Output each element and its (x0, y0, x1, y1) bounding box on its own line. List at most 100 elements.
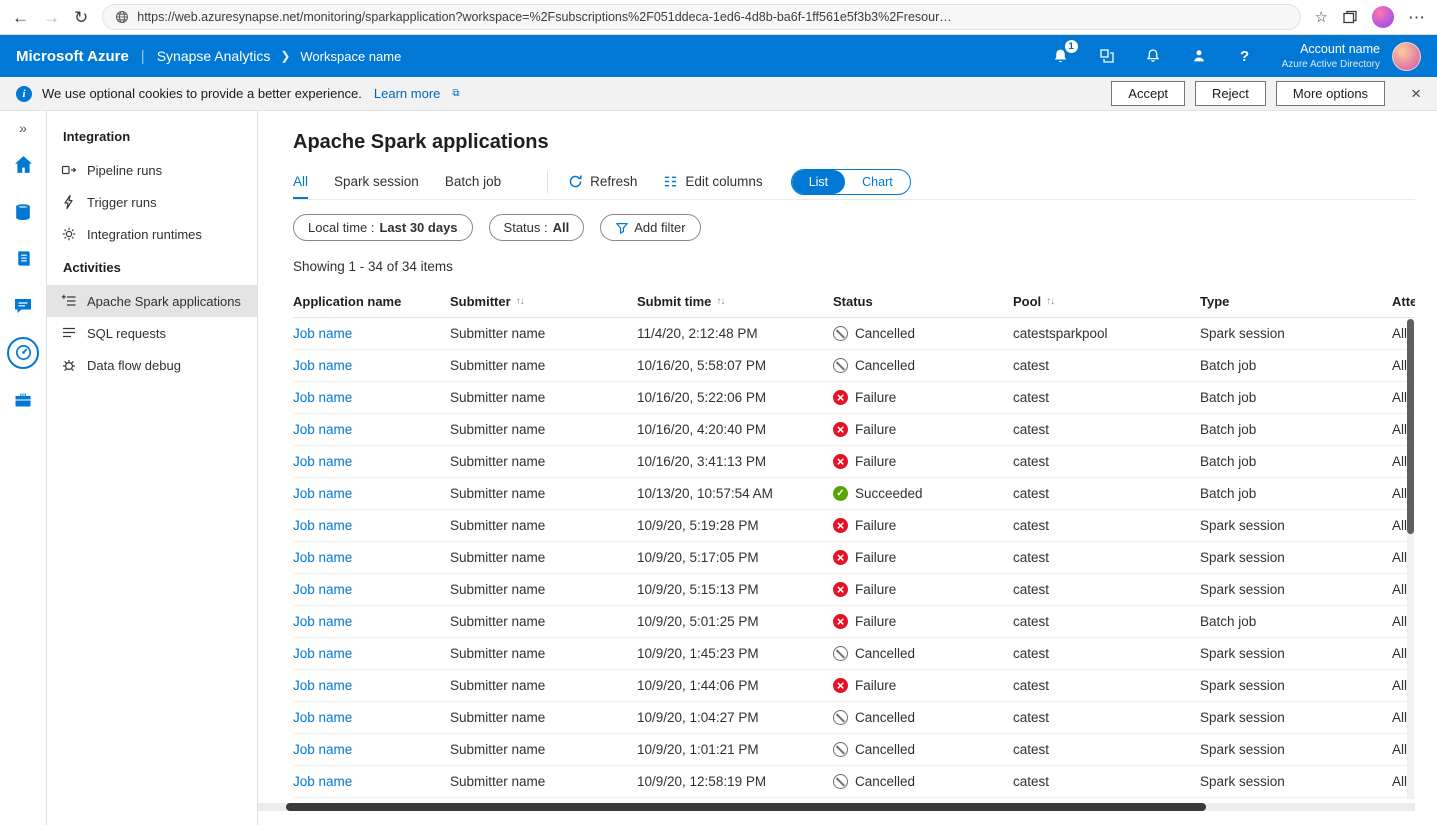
account-avatar[interactable] (1392, 42, 1421, 71)
submit-time-cell: 11/4/20, 2:12:48 PM (637, 326, 833, 341)
application-name-link[interactable]: Job name (293, 326, 352, 341)
col-submit-time[interactable]: Submit time↑↓ (637, 294, 833, 309)
help-icon[interactable]: ? (1236, 47, 1254, 65)
rail-item-home[interactable] (0, 141, 47, 188)
status-cell: Failure (833, 550, 1013, 565)
status-icon (833, 678, 848, 693)
col-submitter[interactable]: Submitter↑↓ (450, 294, 637, 309)
workspace-name[interactable]: Workspace name (300, 49, 401, 64)
edit-columns-button[interactable]: Edit columns (663, 174, 762, 189)
sidebar-item-sql-requests[interactable]: SQL requests (47, 317, 257, 349)
application-name-link[interactable]: Job name (293, 646, 352, 661)
table-header-row: Application name Submitter↑↓ Submit time… (293, 286, 1415, 318)
table-row[interactable]: Job name Submitter name 10/9/20, 5:19:28… (293, 510, 1415, 542)
refresh-button[interactable]: Refresh (568, 174, 637, 189)
application-name-link[interactable]: Job name (293, 550, 352, 565)
reload-icon[interactable]: ↻ (74, 9, 88, 26)
rail-item-manage[interactable] (0, 376, 47, 423)
tab-all[interactable]: All (293, 164, 308, 199)
collections-icon[interactable] (1342, 9, 1358, 25)
feedback-icon[interactable] (1190, 47, 1208, 65)
sidebar-item-pipeline-runs[interactable]: Pipeline runs (47, 154, 257, 186)
azure-top-bar: Microsoft Azure | Synapse Analytics ❯ Wo… (0, 35, 1437, 77)
accept-button[interactable]: Accept (1111, 81, 1185, 106)
application-name-link[interactable]: Job name (293, 742, 352, 757)
back-icon[interactable]: ← (12, 9, 29, 26)
col-pool[interactable]: Pool↑↓ (1013, 294, 1200, 309)
table-row[interactable]: Job name Submitter name 10/16/20, 4:20:4… (293, 414, 1415, 446)
table-row[interactable]: Job name Submitter name 10/16/20, 5:58:0… (293, 350, 1415, 382)
rail-item-integrate[interactable] (0, 282, 47, 329)
status-icon (833, 422, 848, 437)
application-name-link[interactable]: Job name (293, 390, 352, 405)
expand-rail-icon[interactable]: » (19, 115, 27, 141)
type-cell: Batch job (1200, 358, 1392, 373)
add-filter-pill[interactable]: Add filter (600, 214, 700, 241)
application-name-link[interactable]: Job name (293, 518, 352, 533)
status-filter-pill[interactable]: Status : All (489, 214, 585, 241)
tab-batch-job[interactable]: Batch job (445, 164, 501, 199)
horizontal-scrollbar (258, 803, 1415, 811)
status-label: Failure (855, 614, 896, 629)
account-info[interactable]: Account name Azure Active Directory (1282, 41, 1380, 70)
application-name-link[interactable]: Job name (293, 486, 352, 501)
tab-spark-session[interactable]: Spark session (334, 164, 419, 199)
application-name-link[interactable]: Job name (293, 454, 352, 469)
chart-view-button[interactable]: Chart (845, 170, 910, 194)
sidebar-item-integration-runtimes[interactable]: Integration runtimes (47, 218, 257, 250)
table-row[interactable]: Job name Submitter name 10/9/20, 5:17:05… (293, 542, 1415, 574)
table-row[interactable]: Job name Submitter name 10/9/20, 12:58:1… (293, 766, 1415, 798)
application-name-link[interactable]: Job name (293, 774, 352, 789)
application-name-link[interactable]: Job name (293, 678, 352, 693)
reject-button[interactable]: Reject (1195, 81, 1266, 106)
sidebar-item-trigger-runs[interactable]: Trigger runs (47, 186, 257, 218)
browser-menu-icon[interactable]: ⋯ (1408, 9, 1425, 26)
more-options-button[interactable]: More options (1276, 81, 1385, 106)
application-name-link[interactable]: Job name (293, 614, 352, 629)
rail-item-develop[interactable] (0, 235, 47, 282)
table-row[interactable]: Job name Submitter name 10/9/20, 5:15:13… (293, 574, 1415, 606)
list-view-button[interactable]: List (792, 170, 845, 194)
rail-item-monitor[interactable] (0, 329, 47, 376)
pool-cell: catest (1013, 422, 1200, 437)
sidebar-item-label: Data flow debug (87, 358, 181, 373)
forward-icon[interactable]: → (43, 9, 60, 26)
azure-brand[interactable]: Microsoft Azure (16, 48, 129, 65)
table-row[interactable]: Job name Submitter name 10/9/20, 1:44:06… (293, 670, 1415, 702)
table-row[interactable]: Job name Submitter name 10/9/20, 1:01:21… (293, 734, 1415, 766)
application-name-link[interactable]: Job name (293, 422, 352, 437)
type-cell: Batch job (1200, 422, 1392, 437)
announcements-icon[interactable]: 1 (1052, 47, 1070, 65)
application-name-link[interactable]: Job name (293, 358, 352, 373)
favorites-star-icon[interactable]: ☆ (1315, 10, 1328, 25)
address-bar[interactable]: https://web.azuresynapse.net/monitoring/… (102, 4, 1300, 30)
table-row[interactable]: Job name Submitter name 10/9/20, 1:45:23… (293, 638, 1415, 670)
table-row[interactable]: Job name Submitter name 10/16/20, 5:22:0… (293, 382, 1415, 414)
application-name-link[interactable]: Job name (293, 582, 352, 597)
sidebar-item-data-flow-debug[interactable]: Data flow debug (47, 349, 257, 381)
sidebar-item-apache-spark-applications[interactable]: Apache Spark applications (47, 285, 257, 317)
gear-icon (61, 226, 77, 242)
vertical-scrollbar-thumb[interactable] (1407, 319, 1414, 534)
deploy-icon[interactable] (1098, 47, 1116, 65)
horizontal-scrollbar-thumb[interactable] (286, 803, 1206, 811)
pool-cell: catest (1013, 358, 1200, 373)
application-name-link[interactable]: Job name (293, 710, 352, 725)
table-row[interactable]: Job name Submitter name 10/9/20, 5:01:25… (293, 606, 1415, 638)
chat-bubble-icon (13, 296, 33, 316)
product-name[interactable]: Synapse Analytics (157, 48, 271, 64)
alerts-bell-icon[interactable] (1144, 47, 1162, 65)
table-row[interactable]: Job name Submitter name 10/9/20, 1:04:27… (293, 702, 1415, 734)
table-row[interactable]: Job name Submitter name 10/13/20, 10:57:… (293, 478, 1415, 510)
table-row[interactable]: Job name Submitter name 11/4/20, 2:12:48… (293, 318, 1415, 350)
learn-more-link[interactable]: Learn more (374, 86, 440, 101)
table-row[interactable]: Job name Submitter name 10/16/20, 3:41:1… (293, 446, 1415, 478)
submitter-cell: Submitter name (450, 678, 637, 693)
time-filter-pill[interactable]: Local time : Last 30 days (293, 214, 473, 241)
time-filter-label: Local time : (308, 220, 374, 235)
close-icon[interactable]: × (1411, 85, 1421, 102)
status-icon (833, 550, 848, 565)
vertical-scrollbar (1407, 319, 1414, 799)
browser-profile-avatar[interactable] (1372, 6, 1394, 28)
rail-item-data[interactable] (0, 188, 47, 235)
